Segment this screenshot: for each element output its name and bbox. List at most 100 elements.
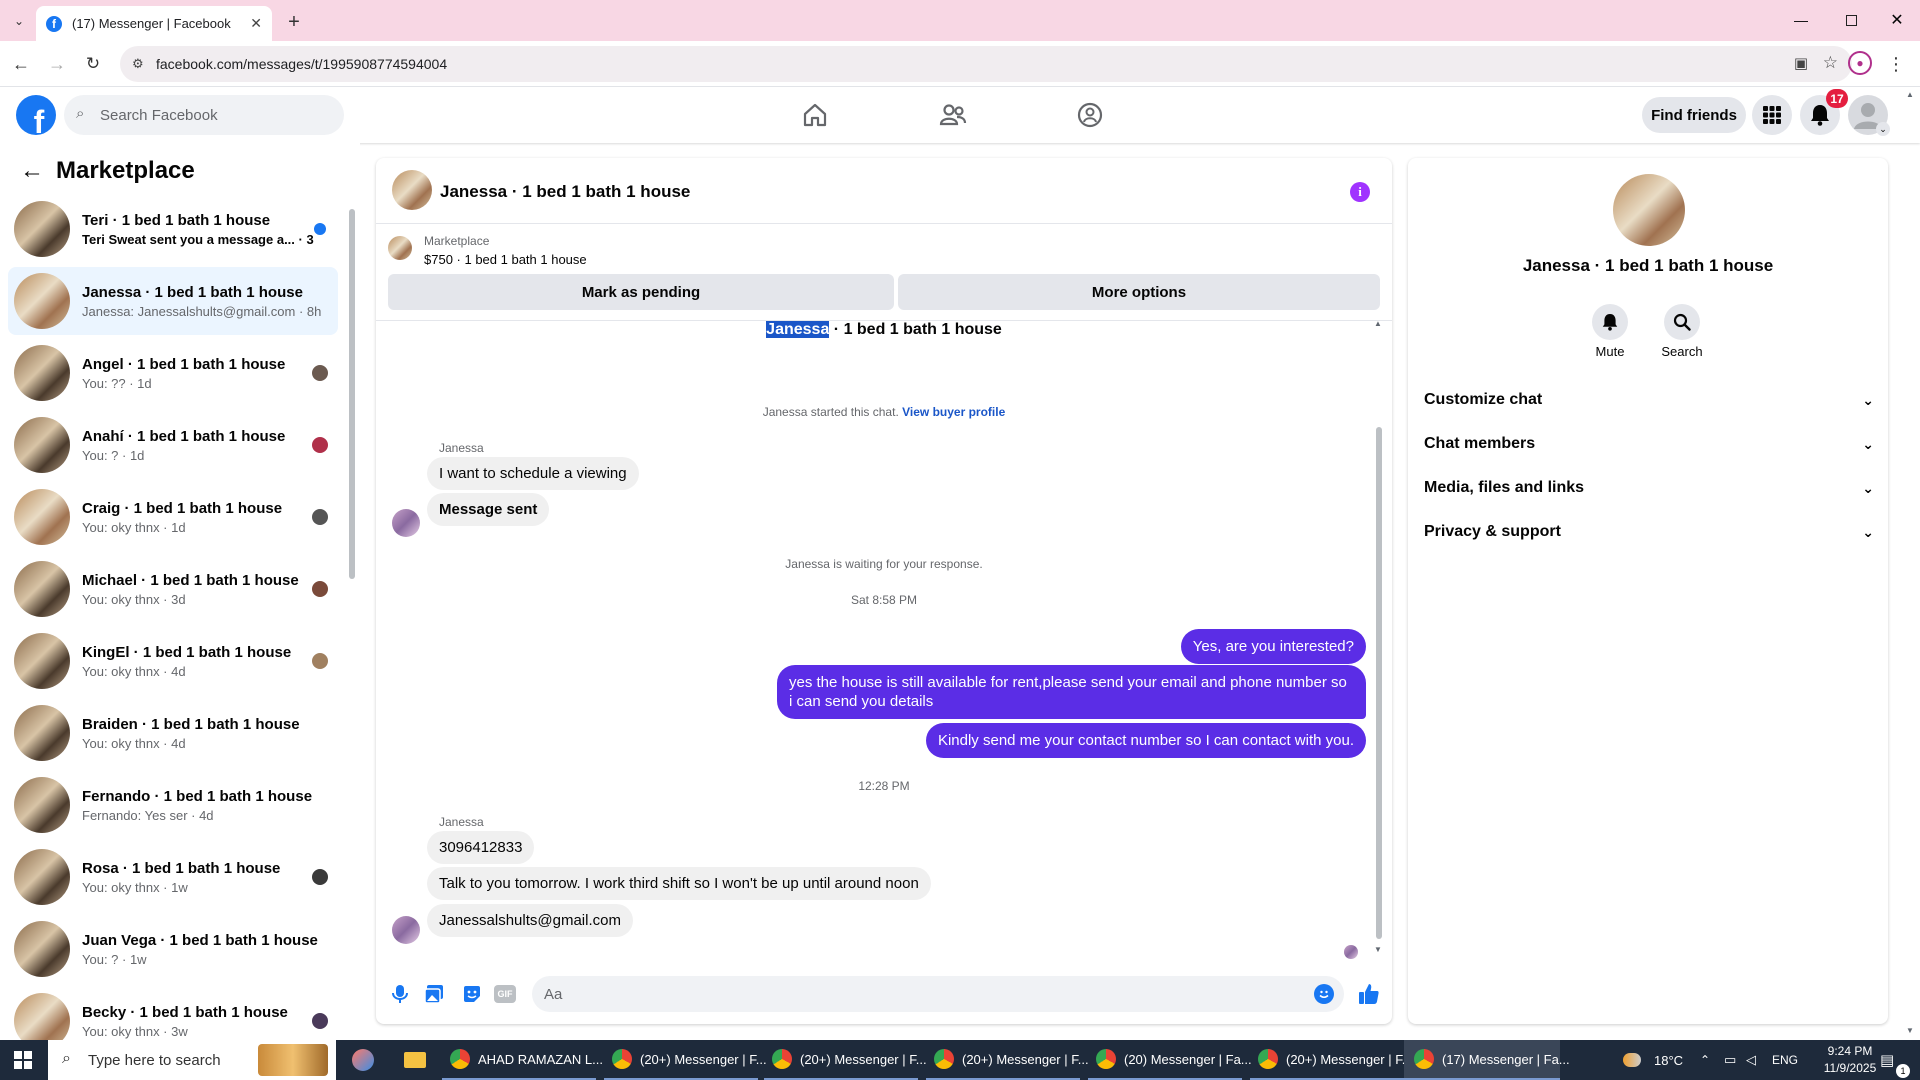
show-hidden-icons-icon[interactable]: ⌃: [1700, 1040, 1710, 1080]
network-icon[interactable]: ▭: [1724, 1040, 1736, 1080]
conversation-item[interactable]: Juan Vega · 1 bed 1 bath 1 house You: ? ·…: [8, 915, 338, 983]
section-label: Customize chat: [1424, 391, 1543, 408]
more-options-button[interactable]: More options: [898, 274, 1380, 310]
conversation-item-selected[interactable]: Janessa · 1 bed 1 bath 1 house Janessa: J…: [8, 267, 338, 335]
taskbar-item[interactable]: (20+) Messenger | F...: [1250, 1040, 1413, 1080]
facebook-search-input[interactable]: ⌕ Search Facebook: [64, 95, 344, 135]
site-info-icon[interactable]: ⚙: [132, 56, 144, 72]
weather-temperature[interactable]: 18°C: [1654, 1040, 1683, 1080]
taskbar-app-icon[interactable]: [346, 1040, 380, 1080]
restore-window-icon[interactable]: [1836, 6, 1866, 34]
outgoing-message[interactable]: yes the house is still available for ren…: [777, 665, 1366, 719]
conversation-item[interactable]: Anahí · 1 bed 1 bath 1 house You: ? · 1d: [8, 411, 338, 479]
listing-thumbnail: [14, 561, 70, 617]
friends-nav-icon[interactable]: [928, 95, 978, 135]
taskbar-item-label: AHAD RAMAZAN L...: [478, 1051, 603, 1067]
sender-avatar[interactable]: [392, 916, 420, 944]
find-friends-button[interactable]: Find friends: [1642, 97, 1746, 133]
conversation-item[interactable]: Angel · 1 bed 1 bath 1 house You: ?? · 1d: [8, 339, 338, 407]
taskbar-item[interactable]: AHAD RAMAZAN L...: [442, 1040, 603, 1080]
taskbar-item[interactable]: (20) Messenger | Fa...: [1088, 1040, 1252, 1080]
incoming-message[interactable]: Janessalshults@gmail.com: [427, 904, 633, 937]
browser-tab-active[interactable]: f (17) Messenger | Facebook ✕: [36, 6, 272, 41]
sidebar-scrollbar[interactable]: [348, 209, 356, 1029]
chrome-icon: [772, 1049, 792, 1069]
weather-icon[interactable]: [1620, 1040, 1644, 1080]
conversation-item[interactable]: Rosa · 1 bed 1 bath 1 house You: oky thnx…: [8, 843, 338, 911]
tab-close-icon[interactable]: ✕: [250, 15, 262, 32]
home-nav-icon[interactable]: [790, 95, 840, 135]
taskbar-item[interactable]: (20+) Messenger | F...: [926, 1040, 1089, 1080]
speaker-icon[interactable]: ◁: [1746, 1040, 1756, 1080]
photo-gallery-icon[interactable]: [420, 980, 448, 1008]
taskbar-item[interactable]: (20+) Messenger | F...: [764, 1040, 927, 1080]
language-indicator[interactable]: ENG: [1772, 1040, 1798, 1080]
chat-scroll-thumb[interactable]: [1376, 427, 1382, 939]
view-buyer-profile-link[interactable]: View buyer profile: [902, 405, 1005, 419]
back-icon[interactable]: ←: [8, 51, 34, 77]
conversation-item[interactable]: Fernando · 1 bed 1 bath 1 house Fernando:…: [8, 771, 338, 839]
gif-icon[interactable]: GIF: [494, 985, 516, 1003]
taskbar-item-active[interactable]: (17) Messenger | Fa...: [1404, 1040, 1570, 1080]
sticker-icon[interactable]: [458, 980, 486, 1008]
incoming-message[interactable]: Talk to you tomorrow. I work third shift…: [427, 867, 931, 900]
listing-thumbnail: [14, 849, 70, 905]
sender-avatar[interactable]: [392, 509, 420, 537]
reload-icon[interactable]: ↻: [80, 51, 106, 77]
windows-start-icon[interactable]: [0, 1040, 46, 1080]
mute-button[interactable]: [1592, 304, 1628, 340]
chat-scroll-down-icon[interactable]: ▼: [1374, 945, 1382, 954]
account-chevron-icon[interactable]: ⌄: [1876, 122, 1890, 136]
search-in-chat-button[interactable]: [1664, 304, 1700, 340]
bookmark-star-icon[interactable]: ☆: [1823, 53, 1838, 73]
action-center-icon[interactable]: ▤: [1880, 1040, 1894, 1080]
taskbar-item[interactable]: (20+) Messenger | F...: [604, 1040, 767, 1080]
profile-listing-avatar[interactable]: [1613, 174, 1685, 246]
conversation-item[interactable]: KingEl · 1 bed 1 bath 1 house You: oky th…: [8, 627, 338, 695]
back-arrow-icon[interactable]: ←: [18, 157, 46, 185]
media-files-links-section[interactable]: Media, files and links ⌄: [1424, 468, 1874, 508]
incoming-message[interactable]: Message sent: [427, 493, 550, 526]
customize-chat-section[interactable]: Customize chat ⌄: [1424, 380, 1874, 420]
conversation-heading: Janessa · 1 bed 1 bath 1 house: [376, 321, 1392, 339]
taskbar-search-box[interactable]: ⌕ Type here to search: [48, 1040, 336, 1080]
chat-title[interactable]: Janessa · 1 bed 1 bath 1 house: [440, 182, 690, 202]
address-bar[interactable]: ⚙ facebook.com/messages/t/19959087745940…: [120, 46, 1852, 82]
clock[interactable]: 9:24 PM 11/9/2025: [1810, 1043, 1890, 1077]
chat-scrollbar[interactable]: ▲ ▼: [1374, 319, 1384, 957]
close-window-icon[interactable]: ✕: [1882, 6, 1912, 34]
menu-grid-icon[interactable]: [1752, 95, 1792, 135]
page-scroll-up-icon[interactable]: ▲: [1906, 90, 1914, 99]
outgoing-message[interactable]: Kindly send me your contact number so I …: [925, 723, 1366, 758]
groups-nav-icon[interactable]: [1065, 95, 1115, 135]
new-tab-button[interactable]: +: [280, 8, 308, 36]
sidebar-scroll-thumb[interactable]: [349, 209, 355, 579]
info-icon[interactable]: i: [1350, 182, 1370, 202]
chat-scroll-up-icon[interactable]: ▲: [1374, 319, 1382, 328]
profile-icon[interactable]: ●: [1848, 51, 1872, 75]
minimize-window-icon[interactable]: —: [1786, 6, 1816, 34]
browser-menu-icon[interactable]: ⋮: [1886, 51, 1906, 77]
conversation-item[interactable]: Braiden · 1 bed 1 bath 1 house You: oky t…: [8, 699, 338, 767]
conversation-item[interactable]: Teri · 1 bed 1 bath 1 house Teri Sweat se…: [8, 195, 338, 263]
conversation-item[interactable]: Becky · 1 bed 1 bath 1 house You: oky thn…: [8, 987, 338, 1040]
chat-members-section[interactable]: Chat members ⌄: [1424, 424, 1874, 464]
tab-search-chevron-icon[interactable]: ⌄: [8, 10, 30, 32]
file-explorer-icon[interactable]: [398, 1040, 432, 1080]
outgoing-message[interactable]: Yes, are you interested?: [1180, 629, 1366, 664]
privacy-support-section[interactable]: Privacy & support ⌄: [1424, 512, 1874, 552]
message-input[interactable]: Aa: [532, 976, 1344, 1012]
incoming-message[interactable]: 3096412833: [427, 831, 535, 864]
forward-icon[interactable]: →: [44, 51, 70, 77]
incoming-message[interactable]: I want to schedule a viewing: [427, 457, 639, 490]
conversation-item[interactable]: Michael · 1 bed 1 bath 1 house You: oky t…: [8, 555, 338, 623]
microphone-icon[interactable]: [386, 980, 414, 1008]
page-scroll-down-icon[interactable]: ▼: [1906, 1026, 1914, 1035]
emoji-icon[interactable]: [1314, 984, 1334, 1004]
mark-as-pending-button[interactable]: Mark as pending: [388, 274, 894, 310]
facebook-logo-icon[interactable]: f: [16, 95, 56, 135]
install-app-icon[interactable]: ▣: [1794, 54, 1808, 72]
chat-listing-avatar[interactable]: [392, 170, 432, 210]
thumbs-up-icon[interactable]: [1354, 978, 1384, 1010]
conversation-item[interactable]: Craig · 1 bed 1 bath 1 house You: oky thn…: [8, 483, 338, 551]
